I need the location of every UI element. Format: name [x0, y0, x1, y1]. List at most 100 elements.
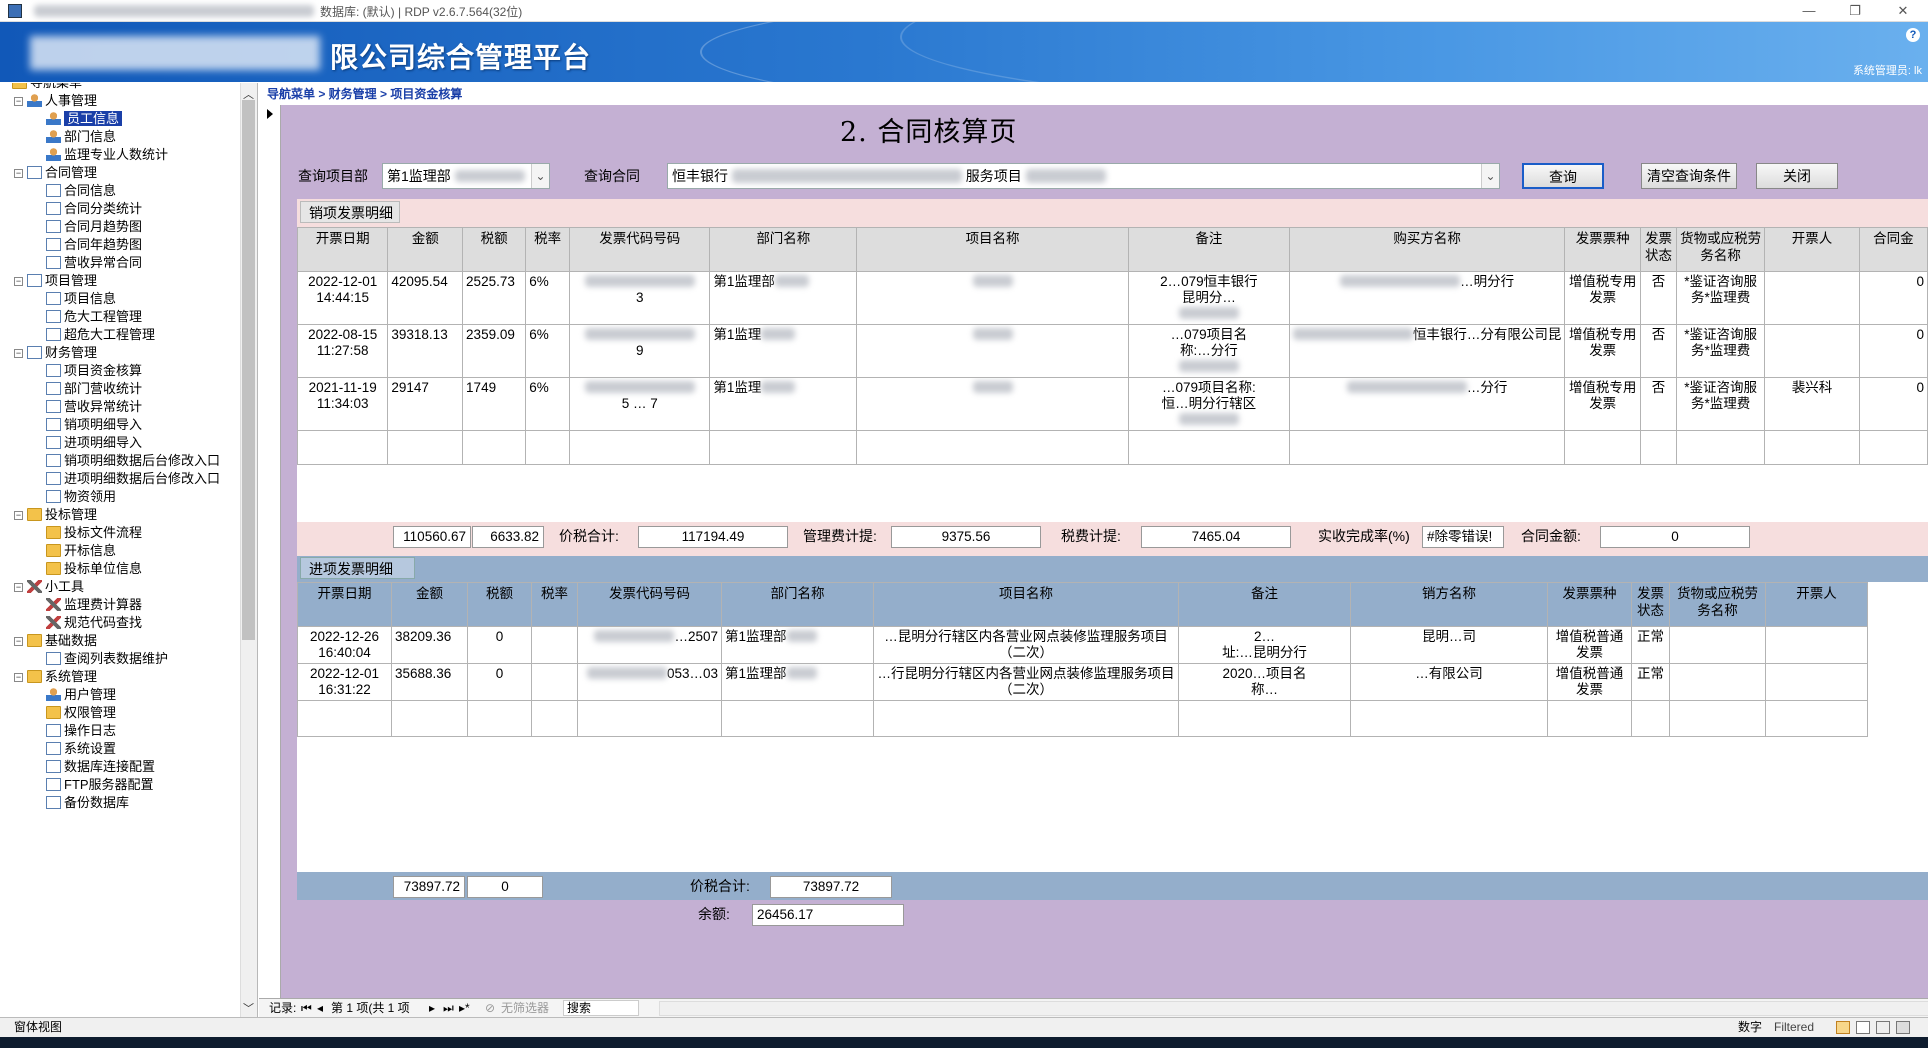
empty-cell[interactable]: [391, 700, 468, 737]
amount-cell[interactable]: 35688.36: [391, 663, 468, 701]
project-cell[interactable]: [856, 377, 1129, 431]
column-header[interactable]: 销方名称: [1350, 582, 1548, 627]
invoice-status-cell[interactable]: 否: [1639, 271, 1678, 325]
code-cell[interactable]: …2507: [577, 626, 722, 664]
amount-cell[interactable]: 29147: [387, 377, 464, 431]
tax-cell[interactable]: 2525.73: [462, 271, 527, 325]
project-cell[interactable]: [856, 324, 1129, 378]
date-cell[interactable]: 2022-12-01 14:44:15: [297, 271, 389, 325]
column-header[interactable]: 税率: [531, 582, 578, 627]
empty-cell[interactable]: [1676, 430, 1766, 465]
invoice-type-cell[interactable]: 增值税普通发票: [1547, 626, 1632, 664]
column-header[interactable]: 购买方名称: [1288, 227, 1566, 272]
empty-cell[interactable]: [1547, 700, 1632, 737]
rate-cell[interactable]: 6%: [525, 324, 571, 378]
dept-cell[interactable]: 第1监理部: [721, 663, 874, 701]
collapse-icon[interactable]: −: [14, 349, 23, 358]
goods-cell[interactable]: *鉴证咨询服务*监理费: [1676, 377, 1766, 431]
empty-cell[interactable]: [1127, 430, 1290, 465]
nav-item-39[interactable]: 备份数据库: [46, 792, 129, 814]
drawer-cell[interactable]: [1764, 271, 1860, 325]
date-cell[interactable]: 2021-11-19 11:34:03: [297, 377, 389, 431]
prev-record-icon[interactable]: ◂: [317, 999, 323, 1017]
invoice-status-cell[interactable]: 正常: [1631, 663, 1670, 701]
empty-cell[interactable]: [577, 700, 722, 737]
date-cell[interactable]: 2022-12-26 16:40:04: [297, 626, 392, 664]
buyer-cell[interactable]: …明分行: [1288, 271, 1566, 325]
column-header[interactable]: 部门名称: [709, 227, 858, 272]
remark-cell[interactable]: 2…079恒丰银行 昆明分…: [1127, 271, 1290, 325]
empty-cell[interactable]: [297, 430, 389, 465]
dept-select[interactable]: 第1监理部: [382, 163, 550, 189]
remark-cell[interactable]: 2020…项目名 称…: [1178, 663, 1351, 701]
empty-cell[interactable]: [569, 430, 711, 465]
filter-status[interactable]: 无筛选器: [501, 999, 549, 1017]
column-header[interactable]: 发票状态: [1631, 582, 1670, 627]
contract-cell[interactable]: 0: [1858, 324, 1928, 378]
empty-cell[interactable]: [721, 700, 874, 737]
column-header[interactable]: 项目名称: [873, 582, 1179, 627]
table-row[interactable]: 2022-12-01 16:31:22 35688.36 0 053…03 第1监理部 …行…: [297, 663, 1868, 701]
datasheet-view-icon[interactable]: [1856, 1021, 1870, 1034]
dept-cell[interactable]: 第1监理部: [721, 626, 874, 664]
new-record-icon[interactable]: ▸*: [459, 999, 470, 1017]
dept-cell[interactable]: 第1监理: [709, 377, 858, 431]
empty-cell[interactable]: [1178, 700, 1351, 737]
column-header[interactable]: 税率: [525, 227, 571, 272]
form-hscrollbar[interactable]: [659, 1001, 1928, 1016]
goods-cell[interactable]: *鉴证咨询服务*监理费: [1676, 324, 1766, 378]
column-header[interactable]: 部门名称: [721, 582, 874, 627]
tax-cell[interactable]: 2359.09: [462, 324, 527, 378]
table-row[interactable]: 2022-12-26 16:40:04 38209.36 0 …2507 第1监理部 …昆明…: [297, 626, 1868, 664]
form-view-icon[interactable]: [1836, 1021, 1850, 1034]
empty-cell[interactable]: [1669, 700, 1766, 737]
empty-cell[interactable]: [1858, 430, 1928, 465]
layout-view-icon[interactable]: [1876, 1021, 1890, 1034]
seller-cell[interactable]: 昆明…司: [1350, 626, 1548, 664]
drawer-cell[interactable]: [1765, 626, 1868, 664]
empty-cell[interactable]: [525, 430, 571, 465]
column-header[interactable]: 金额: [387, 227, 464, 272]
clear-button[interactable]: 清空查询条件: [1641, 163, 1737, 189]
table-row[interactable]: 2022-08-15 11:27:58 39318.13 2359.09 6% 9 第1监理…: [297, 324, 1928, 378]
project-cell[interactable]: …昆明分行辖区内各营业网点装修监理服务项目（二次）: [873, 626, 1179, 664]
sidebar-scroll-thumb[interactable]: [242, 100, 255, 640]
invoice-status-cell[interactable]: 否: [1639, 324, 1678, 378]
column-header[interactable]: 货物或应税劳务名称: [1676, 227, 1766, 272]
invoice-type-cell[interactable]: 增值税专用发票: [1564, 377, 1641, 431]
column-header[interactable]: 发票状态: [1639, 227, 1678, 272]
collapse-icon[interactable]: −: [14, 637, 23, 646]
column-header[interactable]: 发票代码号码: [569, 227, 711, 272]
rate-cell[interactable]: [531, 663, 578, 701]
design-view-icon[interactable]: [1896, 1021, 1910, 1034]
contract-select[interactable]: 恒丰银行 服务项目: [667, 163, 1500, 189]
empty-cell[interactable]: [1631, 700, 1670, 737]
contract-cell[interactable]: 0: [1858, 271, 1928, 325]
drawer-cell[interactable]: [1765, 663, 1868, 701]
date-cell[interactable]: 2022-12-01 16:31:22: [297, 663, 392, 701]
column-header[interactable]: 开票人: [1764, 227, 1860, 272]
invoice-status-cell[interactable]: 否: [1639, 377, 1678, 431]
new-record-row[interactable]: [297, 700, 1868, 737]
project-cell[interactable]: [856, 271, 1129, 325]
drawer-cell[interactable]: 裴兴科: [1764, 377, 1860, 431]
chevron-down-icon[interactable]: ⌄: [531, 164, 549, 188]
tax-cell[interactable]: 0: [467, 663, 532, 701]
goods-cell[interactable]: *鉴证咨询服务*监理费: [1676, 271, 1766, 325]
empty-cell[interactable]: [709, 430, 858, 465]
code-cell[interactable]: 053…03: [577, 663, 722, 701]
remark-cell[interactable]: …079项目名称: 恒…明分行辖区: [1127, 377, 1290, 431]
record-position[interactable]: 第 1 项(共 1 项: [331, 999, 410, 1017]
rate-cell[interactable]: 6%: [525, 377, 571, 431]
empty-cell[interactable]: [1350, 700, 1548, 737]
column-header[interactable]: 开票人: [1765, 582, 1868, 627]
filter-icon[interactable]: ⊘: [485, 999, 495, 1017]
column-header[interactable]: 开票日期: [297, 227, 389, 272]
restore-button[interactable]: ❐: [1840, 2, 1870, 20]
dept-cell[interactable]: 第1监理部: [709, 271, 858, 325]
table-row[interactable]: 2021-11-19 11:34:03 29147 1749 6% 5 … 7 第1监理 …0…: [297, 377, 1928, 431]
empty-cell[interactable]: [467, 700, 532, 737]
code-cell[interactable]: 5 … 7: [569, 377, 711, 431]
drawer-cell[interactable]: [1764, 324, 1860, 378]
search-input[interactable]: 搜索: [563, 1000, 639, 1016]
